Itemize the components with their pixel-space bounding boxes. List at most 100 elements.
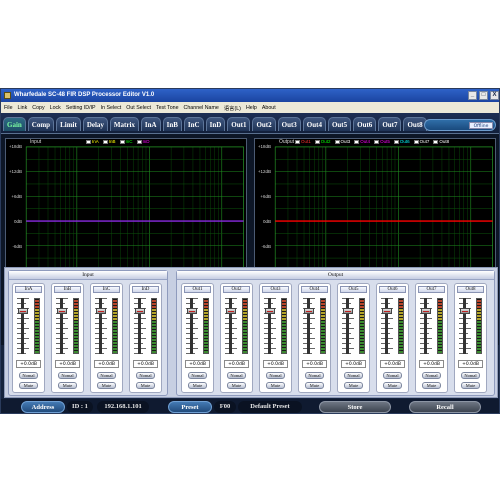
legend-item[interactable]: Out1: [295, 139, 311, 144]
gain-fader[interactable]: [382, 308, 392, 314]
legend-checkbox[interactable]: [295, 139, 300, 144]
mute-button[interactable]: Mute: [97, 382, 116, 389]
tab-ind[interactable]: InD: [205, 117, 226, 131]
normal-phase-button[interactable]: Nomal: [383, 372, 402, 379]
mute-button[interactable]: Mute: [227, 382, 246, 389]
legend-checkbox[interactable]: [393, 139, 399, 144]
tab-gain[interactable]: Gain: [3, 117, 26, 131]
legend-item[interactable]: Out2: [314, 139, 331, 144]
mute-button[interactable]: Mute: [422, 382, 441, 389]
gain-fader[interactable]: [460, 308, 470, 314]
channel-name-button[interactable]: InD: [132, 286, 159, 293]
gain-value-field[interactable]: +0.0dB: [380, 360, 405, 368]
legend-checkbox[interactable]: [86, 139, 91, 144]
gain-fader[interactable]: [343, 308, 353, 314]
channel-name-button[interactable]: Out6: [379, 286, 406, 293]
mute-button[interactable]: Mute: [383, 382, 402, 389]
gain-value-field[interactable]: +0.0dB: [55, 360, 80, 368]
menu-item[interactable]: Help: [246, 105, 257, 111]
normal-phase-button[interactable]: Nomal: [266, 372, 285, 379]
menu-item[interactable]: Test Tone: [156, 105, 179, 111]
normal-phase-button[interactable]: Nomal: [188, 372, 207, 379]
channel-name-button[interactable]: Out8: [457, 286, 484, 293]
mute-button[interactable]: Mute: [266, 382, 285, 389]
legend-checkbox[interactable]: [119, 139, 125, 144]
menu-item[interactable]: Copy: [32, 105, 44, 111]
tab-out2[interactable]: Out2: [252, 117, 276, 131]
channel-name-button[interactable]: InC: [93, 286, 120, 293]
tab-out3[interactable]: Out3: [277, 117, 301, 131]
gain-fader[interactable]: [187, 308, 197, 314]
tab-delay[interactable]: Delay: [82, 117, 108, 131]
tab-matrix[interactable]: Matrix: [109, 117, 139, 131]
mute-button[interactable]: Mute: [188, 382, 207, 389]
normal-phase-button[interactable]: Nomal: [97, 372, 116, 379]
gain-fader[interactable]: [226, 308, 236, 314]
recall-button[interactable]: Recall: [409, 401, 481, 413]
tab-limit[interactable]: Limit: [56, 117, 81, 131]
legend-checkbox[interactable]: [102, 139, 108, 144]
gain-fader[interactable]: [96, 308, 106, 314]
normal-phase-button[interactable]: Nomal: [58, 372, 77, 379]
normal-phase-button[interactable]: Nomal: [136, 372, 155, 379]
tab-inb[interactable]: InB: [162, 117, 182, 131]
legend-checkbox[interactable]: [413, 139, 419, 144]
legend-checkbox[interactable]: [433, 139, 439, 144]
legend-checkbox[interactable]: [354, 139, 360, 144]
menu-item[interactable]: File: [4, 105, 13, 111]
gain-value-field[interactable]: +0.0dB: [185, 360, 210, 368]
tab-comp[interactable]: Comp: [27, 117, 55, 131]
menu-item[interactable]: Setting ID/IP: [66, 105, 96, 111]
channel-name-button[interactable]: InA: [15, 286, 42, 293]
channel-name-button[interactable]: Out1: [184, 286, 211, 293]
gain-value-field[interactable]: +0.0dB: [458, 360, 483, 368]
legend-checkbox[interactable]: [374, 139, 380, 144]
legend-item[interactable]: InB: [102, 139, 116, 144]
gain-value-field[interactable]: +0.0dB: [302, 360, 327, 368]
gain-value-field[interactable]: +0.0dB: [224, 360, 249, 368]
legend-item[interactable]: Out5: [374, 139, 390, 144]
normal-phase-button[interactable]: Nomal: [422, 372, 441, 379]
normal-phase-button[interactable]: Nomal: [305, 372, 324, 379]
gain-fader[interactable]: [57, 308, 67, 314]
gain-value-field[interactable]: +0.0dB: [94, 360, 119, 368]
channel-name-button[interactable]: Out7: [418, 286, 445, 293]
channel-name-button[interactable]: Out2: [223, 286, 250, 293]
legend-item[interactable]: InC: [119, 139, 133, 144]
close-button[interactable]: X: [490, 91, 499, 100]
gain-value-field[interactable]: +0.0dB: [16, 360, 41, 368]
gain-fader[interactable]: [421, 308, 431, 314]
minimize-button[interactable]: _: [468, 91, 477, 100]
gain-value-field[interactable]: +0.0dB: [341, 360, 366, 368]
maximize-button[interactable]: □: [479, 91, 488, 100]
menu-item[interactable]: In Select: [101, 105, 122, 111]
legend-checkbox[interactable]: [334, 139, 340, 144]
tab-out7[interactable]: Out7: [378, 117, 402, 131]
menu-item[interactable]: Channel Name: [184, 105, 219, 111]
menu-item[interactable]: 语言(L): [224, 104, 241, 112]
menu-item[interactable]: Out Select: [126, 105, 151, 111]
tab-out6[interactable]: Out6: [353, 117, 377, 131]
normal-phase-button[interactable]: Nomal: [19, 372, 38, 379]
legend-item[interactable]: Out4: [354, 139, 370, 144]
channel-name-button[interactable]: Out3: [262, 286, 289, 293]
legend-checkbox[interactable]: [136, 139, 142, 144]
mute-button[interactable]: Mute: [19, 382, 38, 389]
mute-button[interactable]: Mute: [136, 382, 155, 389]
legend-item[interactable]: InA: [86, 139, 99, 144]
mute-button[interactable]: Mute: [461, 382, 480, 389]
legend-item[interactable]: Out7: [413, 139, 429, 144]
legend-item[interactable]: Out3: [334, 139, 350, 144]
normal-phase-button[interactable]: Nomal: [227, 372, 246, 379]
channel-name-button[interactable]: Out5: [340, 286, 367, 293]
mute-button[interactable]: Mute: [344, 382, 363, 389]
normal-phase-button[interactable]: Nomal: [461, 372, 480, 379]
gain-value-field[interactable]: +0.0dB: [263, 360, 288, 368]
legend-checkbox[interactable]: [314, 139, 320, 144]
normal-phase-button[interactable]: Nomal: [344, 372, 363, 379]
store-button[interactable]: Store: [319, 401, 391, 413]
gain-fader[interactable]: [135, 308, 145, 314]
legend-item[interactable]: Out6: [393, 139, 410, 144]
gain-value-field[interactable]: +0.0dB: [133, 360, 158, 368]
channel-name-button[interactable]: InB: [54, 286, 81, 293]
